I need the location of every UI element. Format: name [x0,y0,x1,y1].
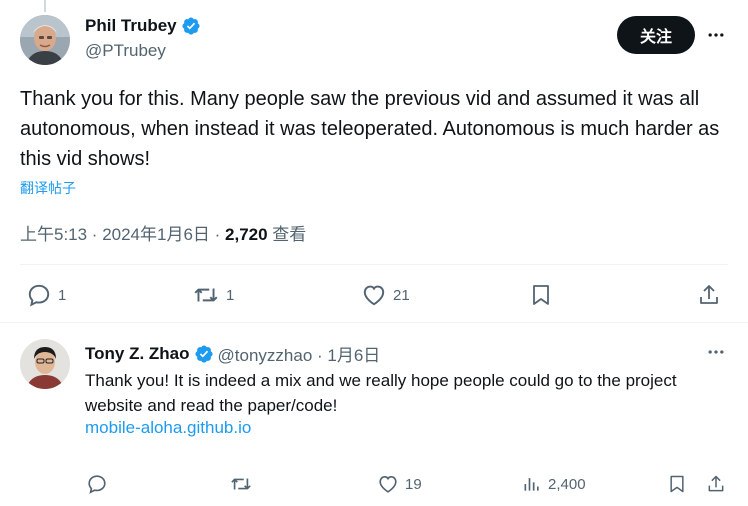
bookmark-icon [533,285,549,305]
like-count: 21 [393,286,410,304]
share-button[interactable] [706,473,726,495]
author-display-name[interactable]: Phil Trubey [85,16,177,36]
like-count: 19 [405,475,422,493]
divider-top [20,264,728,265]
translate-post-link[interactable]: 翻译帖子 [20,178,76,198]
retweet-button[interactable] [229,473,253,495]
like-button[interactable]: 19 [377,473,422,495]
more-icon[interactable] [704,340,728,364]
more-icon[interactable] [704,23,728,47]
views-button[interactable]: 2,400 [522,473,586,495]
reply-tweet: Tony Z. Zhao @tonyzzhao · 1月6日 Thank you… [0,323,748,506]
follow-button[interactable]: 关注 [617,16,695,54]
reply-icon [88,475,106,494]
views-label: 查看 [267,225,307,244]
like-icon [363,285,385,306]
share-icon [708,475,724,492]
share-icon [700,285,718,304]
main-tweet: Phil Trubey @PTrubey 关注 Thank you for th… [0,0,748,322]
reply-author-row: Tony Z. Zhao @tonyzzhao · 1月6日 [85,341,380,366]
avatar-phil-trubey[interactable] [20,15,70,65]
bookmark-button[interactable] [667,473,687,495]
like-icon [379,476,397,493]
reply-count: 1 [58,286,67,304]
reply-author-handle-date[interactable]: @tonyzzhao · 1月6日 [218,341,381,366]
bookmark-button[interactable] [529,282,553,308]
verified-badge-icon [181,16,201,36]
author-handle[interactable]: @PTrubey [85,41,166,61]
share-button[interactable] [697,282,721,308]
reply-author-name[interactable]: Tony Z. Zhao [85,344,190,364]
reply-icon [28,284,50,307]
reply-website-link[interactable]: mobile-aloha.github.io [85,418,251,438]
author-name-row: Phil Trubey [85,16,201,36]
retweet-icon [231,478,251,490]
verified-badge-icon [194,344,214,364]
views-count: 2,400 [548,475,586,493]
tweet-body-text: Thank you for this. Many people saw the … [20,88,720,170]
reply-button[interactable] [86,473,108,495]
tweet-timestamp[interactable]: 上午5:13 · 2024年1月6日 · [20,225,225,244]
like-button[interactable]: 21 [361,282,410,308]
retweet-button[interactable]: 1 [192,282,234,308]
tweet-meta-row: 上午5:13 · 2024年1月6日 · 2,720 查看 [20,220,306,245]
views-icon [524,478,539,491]
views-count: 2,720 [225,225,268,244]
avatar-tony-zhao[interactable] [20,339,70,389]
retweet-count: 1 [226,286,235,304]
bookmark-icon [670,475,684,493]
retweet-icon [194,288,218,302]
reply-button[interactable]: 1 [26,282,66,308]
reply-body-text: Thank you! It is indeed a mix and we rea… [85,371,677,415]
